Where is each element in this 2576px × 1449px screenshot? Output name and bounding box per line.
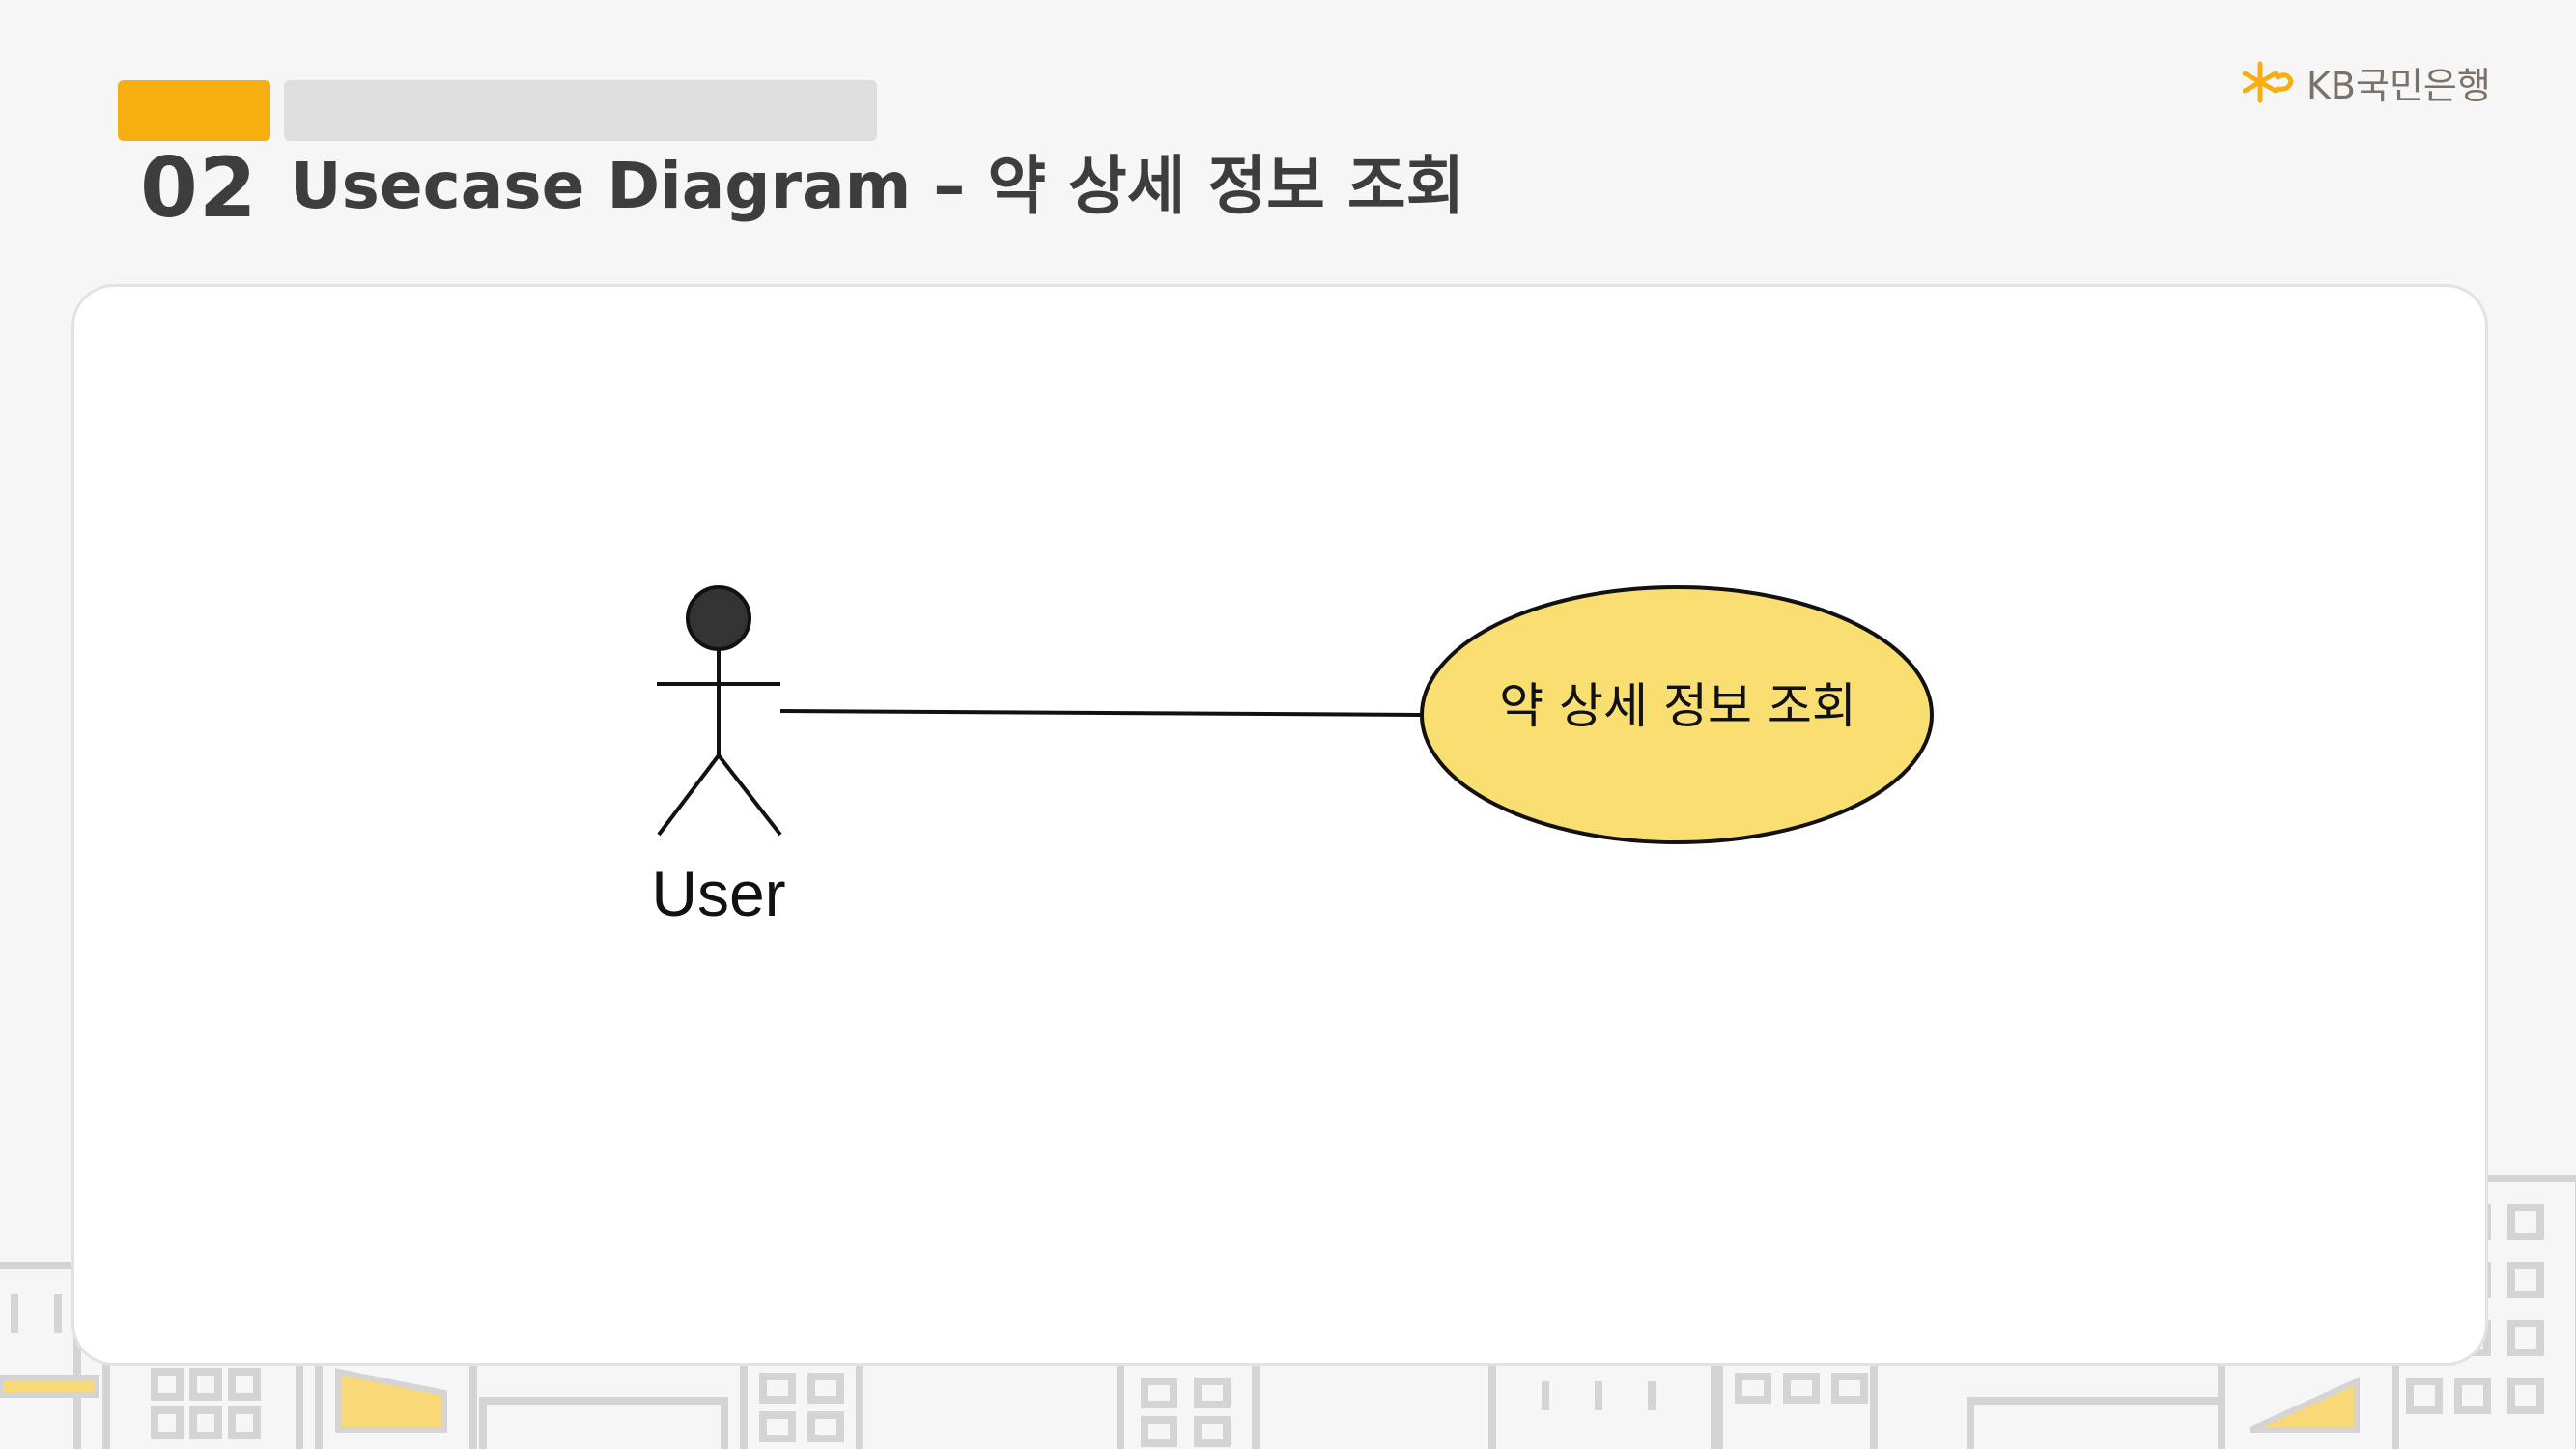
association-line xyxy=(779,709,1423,717)
actor-head xyxy=(686,585,751,651)
actor-right-leg xyxy=(717,753,782,837)
usecase-label: 약 상세 정보 조회 xyxy=(1499,678,1856,734)
actor-left-leg xyxy=(657,753,721,837)
usecase-diagram xyxy=(657,585,1934,844)
actor-label: User xyxy=(651,858,786,929)
